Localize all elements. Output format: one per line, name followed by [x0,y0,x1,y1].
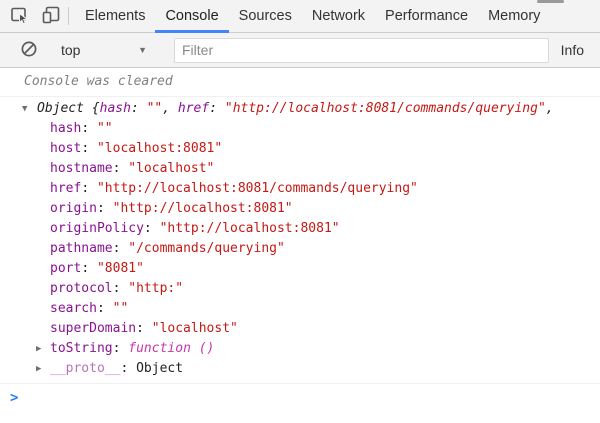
property-name: protocol [50,281,113,296]
tab-network[interactable]: Network [302,0,375,32]
property-value: "http://localhost:8081/commands/querying… [97,181,418,196]
log-level-selector[interactable]: Info [561,42,584,58]
property-value: "http://localhost:8081" [160,221,340,236]
prompt-chevron-icon: > [10,390,18,406]
execution-context-selector[interactable]: top ▼ [53,42,155,58]
property-value: "/commands/querying" [128,241,285,256]
property-name: search [50,301,97,316]
tab-memory[interactable]: Memory [478,0,550,32]
property-row-__proto__[interactable]: ▶ __proto__: Object [0,359,600,379]
property-row-hash: hash: "" [0,119,600,139]
property-separator: : [81,141,97,156]
tabbar-tabs: ElementsConsoleSourcesNetworkPerformance… [75,0,550,32]
property-value: "localhost:8081" [97,141,222,156]
inspect-element-button[interactable] [4,0,35,32]
expanded-triangle-icon[interactable]: ▼ [22,99,37,119]
property-separator: : [81,121,97,136]
property-row-origin: origin: "http://localhost:8081" [0,199,600,219]
preview-segment: , [546,101,554,116]
tab-sources[interactable]: Sources [229,0,302,32]
property-row-href: href: "http://localhost:8081/commands/qu… [0,179,600,199]
property-row-host: host: "localhost:8081" [0,139,600,159]
console-object-message: ▼Object {hash: "", href: "http://localho… [0,97,600,384]
property-value: "localhost" [128,161,214,176]
collapsed-triangle-icon: ▶ [36,339,41,359]
preview-segment: hash [100,101,131,116]
property-value: "http://localhost:8081" [113,201,293,216]
preview-segment: "http://localhost:8081/commands/querying… [225,101,546,116]
property-name: hash [50,121,81,136]
device-toolbar-icon [41,5,61,28]
preview-segment: : [209,101,225,116]
execution-context-label: top [61,42,80,58]
property-value: "http:" [128,281,183,296]
console-toolbar: top ▼ Info [0,33,600,68]
filter-input[interactable] [174,38,549,63]
toolbar-divider [68,7,69,25]
property-name: toString [50,341,113,356]
object-preview-text: Object {hash: "", href: "http://localhos… [37,101,554,116]
property-value: "" [113,301,129,316]
property-value: "localhost" [152,321,238,336]
object-preview-row[interactable]: ▼Object {hash: "", href: "http://localho… [0,99,600,119]
property-name: hostname [50,161,113,176]
property-separator: : [97,201,113,216]
property-name: origin [50,201,97,216]
property-separator: : [113,281,129,296]
property-separator: : [113,341,129,356]
property-name: port [50,261,81,276]
property-name: superDomain [50,321,136,336]
property-row-hostname: hostname: "localhost" [0,159,600,179]
preview-segment: href [178,101,209,116]
collapsed-triangle-icon: ▶ [36,359,41,379]
property-name: host [50,141,81,156]
preview-segment: "" [147,101,163,116]
tab-performance[interactable]: Performance [375,0,478,32]
preview-segment: : [131,101,147,116]
console-cleared-message: Console was cleared [0,68,600,97]
devtools-tabbar: ElementsConsoleSourcesNetworkPerformance… [0,0,600,33]
tab-console[interactable]: Console [155,0,228,32]
clear-console-icon [20,40,38,61]
property-name: href [50,181,81,196]
preview-segment: , [162,101,178,116]
property-separator: : [97,301,113,316]
property-row-superDomain: superDomain: "localhost" [0,319,600,339]
property-separator: : [113,241,129,256]
object-properties: hash: "" host: "localhost:8081" hostname… [0,119,600,379]
property-row-protocol: protocol: "http:" [0,279,600,299]
tab-elements[interactable]: Elements [75,0,155,32]
property-separator: : [81,181,97,196]
top-edge-artifact [537,0,564,3]
property-value: "8081" [97,261,144,276]
property-row-pathname: pathname: "/commands/querying" [0,239,600,259]
preview-segment: Object { [37,101,100,116]
property-separator: : [120,361,136,376]
property-name: pathname [50,241,113,256]
property-row-search: search: "" [0,299,600,319]
property-separator: : [144,221,160,236]
property-separator: : [81,261,97,276]
property-value: Object [136,361,183,376]
chevron-down-icon: ▼ [138,45,147,55]
property-value: function () [128,341,214,356]
property-row-originPolicy: originPolicy: "http://localhost:8081" [0,219,600,239]
console-prompt[interactable]: > [0,384,600,406]
inspect-element-icon [10,5,30,28]
device-toolbar-button[interactable] [35,0,66,32]
console-messages: Console was cleared ▼Object {hash: "", h… [0,68,600,406]
clear-console-button[interactable] [13,40,44,61]
property-separator: : [136,321,152,336]
devtools-window: ElementsConsoleSourcesNetworkPerformance… [0,0,600,423]
property-row-toString[interactable]: ▶ toString: function () [0,339,600,359]
property-row-port: port: "8081" [0,259,600,279]
property-name: originPolicy [50,221,144,236]
property-name: __proto__ [50,361,120,376]
property-separator: : [113,161,129,176]
property-value: "" [97,121,113,136]
